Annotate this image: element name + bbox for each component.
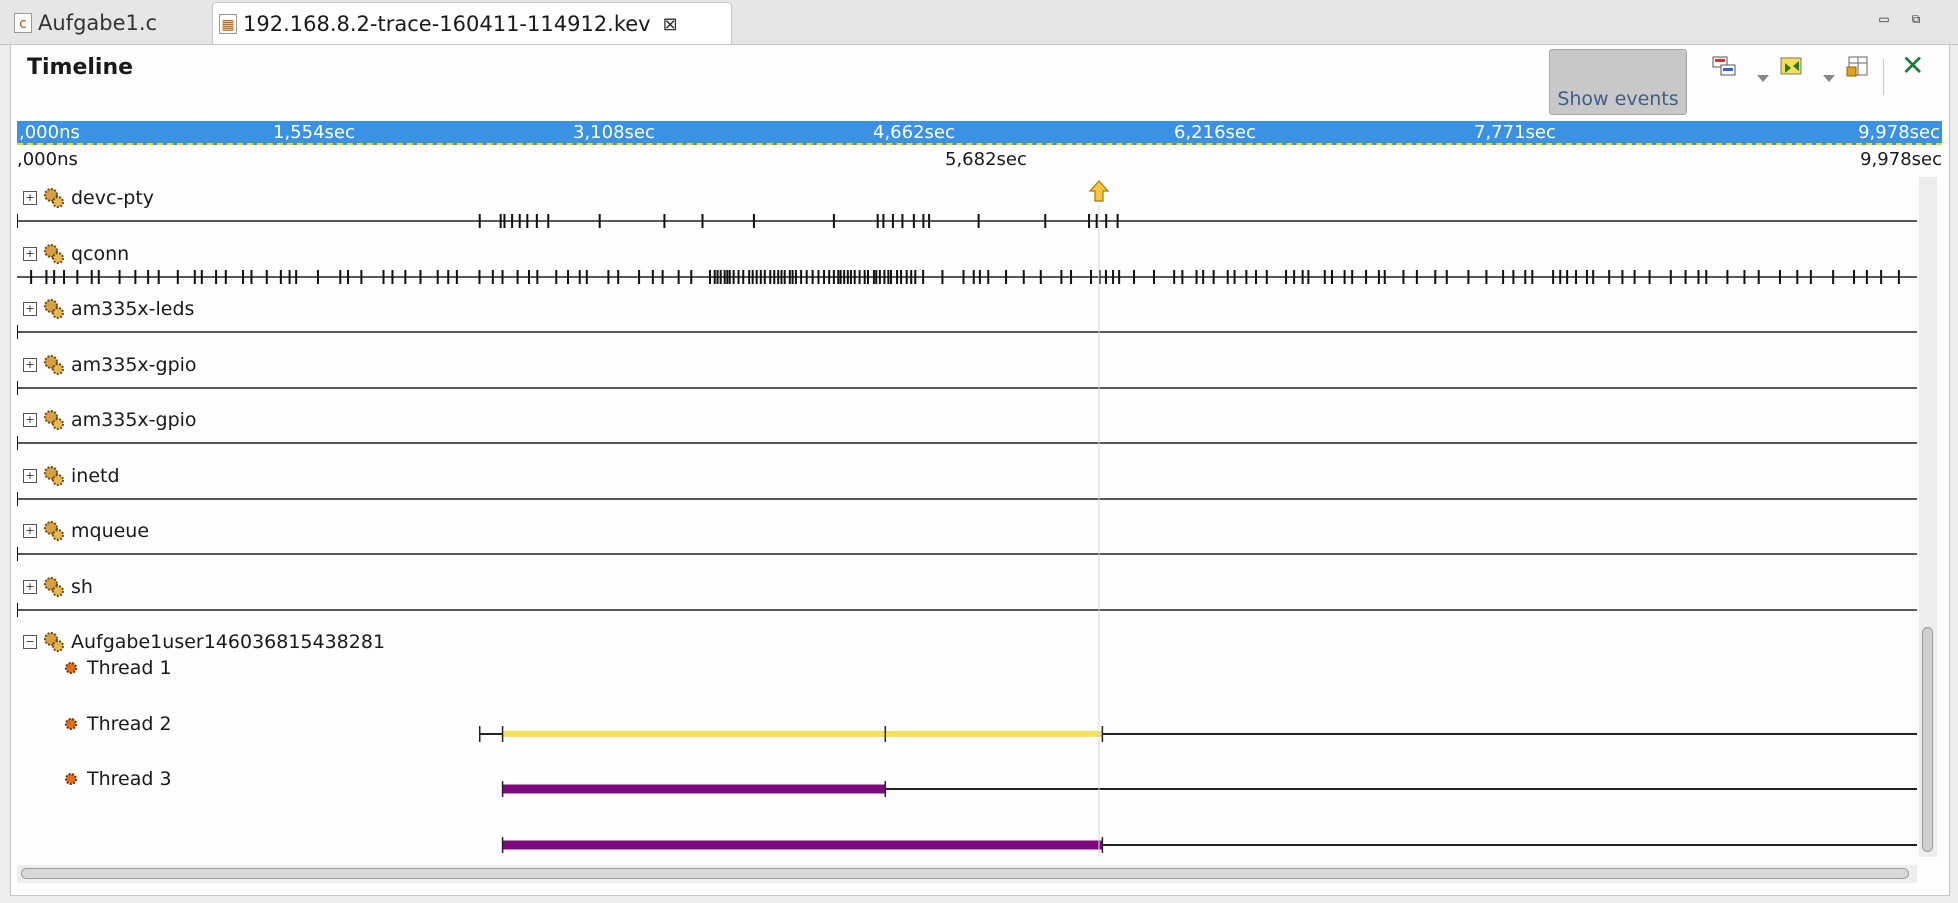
process-gear-icon xyxy=(44,244,64,264)
zoom-dropdown-icon[interactable] xyxy=(1823,75,1835,82)
thread-row-1[interactable]: Thread 1 xyxy=(63,657,172,679)
process-row-inetd[interactable]: + inetd xyxy=(23,465,120,487)
range-end-label: 9,978sec xyxy=(1860,149,1942,170)
process-label: Aufgabe1user146036815438281 xyxy=(71,631,386,653)
thread-label: Thread 1 xyxy=(87,657,172,679)
process-row-am335x-leds[interactable]: + am335x-leds xyxy=(23,298,194,320)
process-gear-icon xyxy=(44,521,64,541)
vertical-scroll-thumb[interactable] xyxy=(1922,627,1933,852)
process-label: mqueue xyxy=(71,520,150,542)
ruler-tick-label: 4,662sec xyxy=(873,122,955,143)
process-row-aufgabe1user[interactable]: − Aufgabe1user146036815438281 xyxy=(23,631,385,653)
ruler-tick-label: 7,771sec xyxy=(1474,122,1556,143)
process-row-mqueue[interactable]: + mqueue xyxy=(23,520,149,542)
thread-label: Thread 2 xyxy=(87,713,172,735)
expand-icon[interactable]: + xyxy=(23,413,37,427)
expand-icon[interactable]: + xyxy=(23,469,37,483)
expand-icon[interactable]: + xyxy=(23,247,37,261)
expand-icon[interactable]: + xyxy=(23,302,37,316)
c-source-file-icon: c xyxy=(14,13,32,33)
process-gear-icon xyxy=(44,466,64,486)
zoom-icon[interactable] xyxy=(1779,55,1807,79)
tab-label: Aufgabe1.c xyxy=(38,11,158,35)
filter-dropdown-icon[interactable] xyxy=(1757,75,1769,82)
expand-icon[interactable]: + xyxy=(23,191,37,205)
process-label: sh xyxy=(71,576,93,598)
thread-gear-icon xyxy=(65,718,77,730)
process-label: devc-pty xyxy=(71,187,155,209)
tab-trace-file[interactable]: ▦ 192.168.8.2-trace-160411-114912.kev ⊠ xyxy=(212,2,732,45)
collapse-icon[interactable]: − xyxy=(23,635,37,649)
process-label: qconn xyxy=(71,243,130,265)
show-events-button[interactable]: Show events xyxy=(1549,49,1687,115)
process-gear-icon xyxy=(44,355,64,375)
tab-aufgabe1-c[interactable]: c Aufgabe1.c xyxy=(8,2,208,44)
panel-title: Timeline xyxy=(27,55,134,80)
minimize-icon[interactable]: ▭ xyxy=(1874,12,1894,26)
expand-icon[interactable]: + xyxy=(23,524,37,538)
process-row-qconn[interactable]: + qconn xyxy=(23,243,129,265)
process-label: am335x-gpio xyxy=(71,409,197,431)
editor-tab-bar: c Aufgabe1.c ▦ 192.168.8.2-trace-160411-… xyxy=(0,0,1958,45)
restore-icon[interactable]: ⧉ xyxy=(1906,12,1926,26)
tab-label: 192.168.8.2-trace-160411-114912.kev xyxy=(243,12,651,36)
timeline-canvas[interactable] xyxy=(17,177,1917,857)
toolbar-separator xyxy=(1883,59,1884,95)
lock-icon[interactable] xyxy=(1845,55,1873,79)
horizontal-scrollbar[interactable] xyxy=(17,865,1917,883)
cursor-marker-icon xyxy=(1088,180,1110,202)
ruler-tick-label: 3,108sec xyxy=(573,122,655,143)
ruler-tick-label: ,000ns xyxy=(19,122,80,143)
ruler-tick-label: 6,216sec xyxy=(1174,122,1256,143)
process-gear-icon xyxy=(44,299,64,319)
expand-icon[interactable]: + xyxy=(23,358,37,372)
ruler-tick-label: 9,978sec xyxy=(1858,122,1940,143)
process-gear-icon xyxy=(44,632,64,652)
timeline-rows[interactable]: + devc-pty + qconn + am335x-leds + am335… xyxy=(17,177,1932,857)
time-ruler[interactable]: ,000ns 1,554sec 3,108sec 4,662sec 6,216s… xyxy=(17,121,1942,145)
process-row-am335x-gpio-2[interactable]: + am335x-gpio xyxy=(23,409,197,431)
range-start-label: ,000ns xyxy=(17,149,78,170)
thread-label: Thread 3 xyxy=(87,768,172,790)
thread-row-2[interactable]: Thread 2 xyxy=(63,713,172,735)
visible-range-labels: ,000ns 5,682sec 9,978sec xyxy=(17,149,1942,171)
process-row-devc-pty[interactable]: + devc-pty xyxy=(23,187,154,209)
process-row-am335x-gpio[interactable]: + am335x-gpio xyxy=(23,354,197,376)
thread-gear-icon xyxy=(65,662,77,674)
process-label: am335x-gpio xyxy=(71,354,197,376)
trace-log-file-icon: ▦ xyxy=(219,14,237,34)
range-middle-label: 5,682sec xyxy=(945,149,1027,170)
process-gear-icon xyxy=(44,188,64,208)
thread-row-3[interactable]: Thread 3 xyxy=(63,768,172,790)
process-row-sh[interactable]: + sh xyxy=(23,576,93,598)
filter-icon[interactable] xyxy=(1711,55,1739,79)
process-gear-icon xyxy=(44,410,64,430)
timeline-panel: Timeline Show events ✕ ,000ns 1,554sec 3… xyxy=(10,44,1950,896)
process-gear-icon xyxy=(44,577,64,597)
process-label: inetd xyxy=(71,465,120,487)
process-label: am335x-leds xyxy=(71,298,195,320)
close-icon[interactable]: ✕ xyxy=(1901,49,1924,82)
thread-gear-icon xyxy=(65,773,77,785)
ruler-tick-label: 1,554sec xyxy=(273,122,355,143)
vertical-scrollbar[interactable] xyxy=(1919,177,1937,857)
expand-icon[interactable]: + xyxy=(23,580,37,594)
horizontal-scroll-thumb[interactable] xyxy=(21,868,1909,879)
close-tab-icon[interactable]: ⊠ xyxy=(663,14,678,35)
